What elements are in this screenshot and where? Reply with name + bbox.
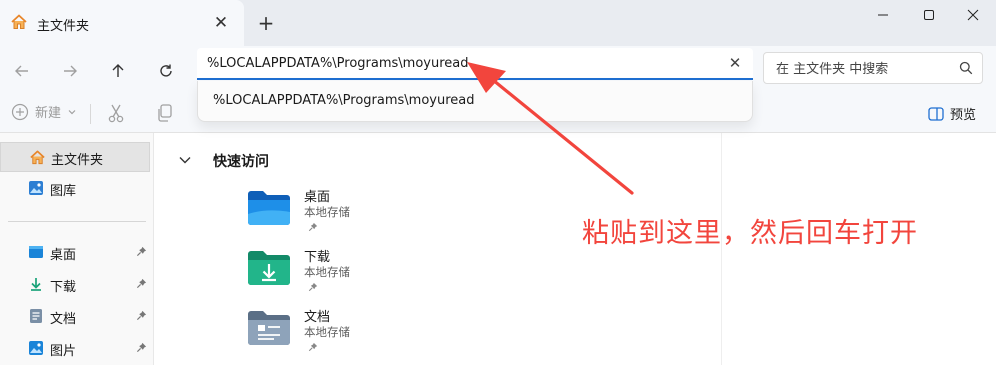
desktop-folder-icon: [246, 188, 292, 228]
cut-icon[interactable]: [107, 103, 125, 123]
navigation-pane: 主文件夹 图库 桌面 下载 文档 图片: [0, 133, 154, 365]
sidebar-item-label: 图片: [50, 344, 77, 359]
copy-icon[interactable]: [156, 103, 174, 123]
sidebar-item-pictures[interactable]: 图片: [0, 333, 150, 363]
pin-icon[interactable]: [136, 310, 147, 321]
sidebar-item-gallery[interactable]: 图库: [0, 173, 150, 203]
home-icon: [10, 13, 28, 31]
back-button[interactable]: [9, 58, 35, 84]
address-bar[interactable]: ✕: [197, 48, 753, 80]
sidebar-item-label: 图库: [50, 184, 77, 199]
arrow-left-icon: [15, 65, 28, 77]
sidebar-item-label: 主文件夹: [51, 153, 104, 168]
sidebar-item-downloads[interactable]: 下载: [0, 269, 150, 299]
new-tab-button[interactable]: +: [254, 12, 278, 34]
preview-pane-icon: [928, 106, 944, 121]
chevron-down-icon: [68, 109, 76, 114]
item-location: 本地存储: [304, 265, 350, 279]
forward-button[interactable]: [57, 58, 83, 84]
pin-icon[interactable]: [136, 342, 147, 353]
pin-icon: [308, 282, 318, 292]
item-name: 桌面: [304, 190, 331, 205]
title-bar: 主文件夹 ✕ +: [0, 0, 996, 46]
sidebar-item-home[interactable]: 主文件夹: [0, 142, 150, 172]
sidebar-item-label: 桌面: [50, 248, 77, 263]
refresh-icon: [160, 64, 172, 77]
document-folder-icon: [246, 308, 292, 348]
gallery-icon: [28, 180, 44, 196]
search-icon[interactable]: [959, 61, 973, 75]
picture-icon: [28, 340, 44, 356]
pin-icon: [308, 222, 318, 232]
quick-access-item[interactable]: 桌面 本地存储: [246, 184, 486, 240]
annotation-text: 粘贴到这里，然后回车打开: [582, 218, 918, 249]
pin-icon[interactable]: [136, 278, 147, 289]
item-location: 本地存储: [304, 205, 350, 219]
maximize-button[interactable]: [906, 0, 952, 30]
command-divider: [90, 104, 91, 124]
sidebar-item-documents[interactable]: 文档: [0, 301, 150, 331]
search-input[interactable]: [764, 53, 968, 85]
item-name: 下载: [304, 250, 331, 265]
pin-icon[interactable]: [136, 246, 147, 257]
search-box[interactable]: [763, 52, 983, 85]
item-location: 本地存储: [304, 325, 350, 339]
minimize-button[interactable]: [860, 0, 906, 30]
chevron-down-icon[interactable]: [178, 155, 192, 165]
tab-label: 主文件夹: [37, 19, 90, 34]
new-button[interactable]: 新建: [11, 102, 77, 121]
close-window-button[interactable]: [950, 0, 996, 30]
tab-close-icon[interactable]: ✕: [210, 12, 232, 34]
preview-label: 预览: [950, 108, 977, 123]
document-icon: [28, 308, 44, 324]
desktop-icon: [28, 244, 44, 260]
download-icon: [28, 276, 44, 292]
download-folder-icon: [246, 248, 292, 288]
home-icon: [29, 149, 46, 166]
up-button[interactable]: [105, 58, 131, 84]
preview-button[interactable]: 预览: [928, 104, 976, 123]
address-suggestion-dropdown: %LOCALAPPDATA%\Programs\moyuread: [197, 81, 753, 122]
quick-access-item[interactable]: 下载 本地存储: [246, 244, 486, 300]
arrow-right-icon: [64, 65, 77, 77]
clear-address-icon[interactable]: ✕: [725, 53, 745, 73]
plus-circle-icon: [11, 103, 29, 120]
sidebar-item-desktop[interactable]: 桌面: [0, 237, 150, 267]
new-button-label: 新建: [35, 106, 62, 121]
sidebar-item-label: 下载: [50, 280, 77, 295]
sidebar-item-label: 文档: [50, 312, 77, 327]
refresh-button[interactable]: [153, 58, 179, 84]
quick-access-item[interactable]: 文档 本地存储: [246, 304, 486, 360]
quick-access-heading: 快速访问: [213, 154, 269, 170]
address-input[interactable]: [197, 48, 717, 78]
sidebar-divider: [8, 221, 146, 222]
address-suggestion-item[interactable]: %LOCALAPPDATA%\Programs\moyuread: [213, 93, 475, 108]
arrow-up-icon: [112, 64, 124, 77]
tab-home[interactable]: 主文件夹 ✕: [0, 0, 244, 46]
pin-icon: [308, 342, 318, 352]
item-name: 文档: [304, 310, 331, 325]
